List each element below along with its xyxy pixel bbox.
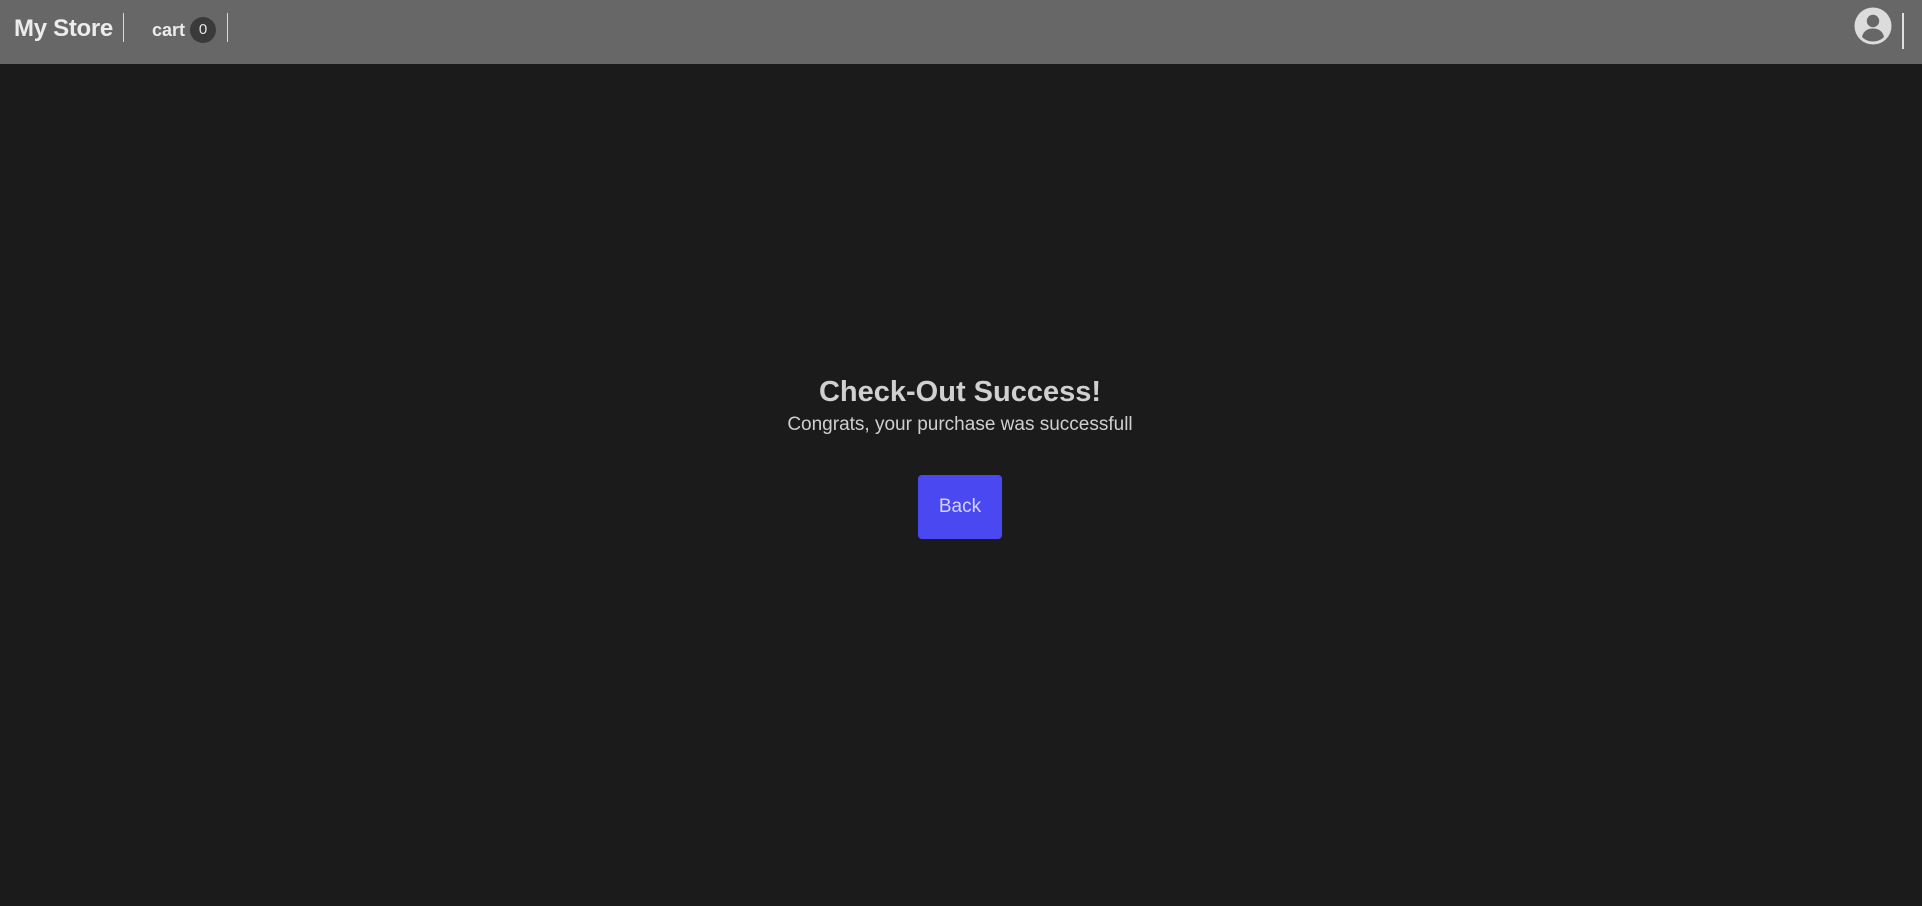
top-navbar: My Store cart 0 [0,0,1922,64]
cart-count-badge: 0 [190,17,217,43]
cart-label: cart [152,19,186,40]
scrollbar-edge [1902,13,1904,49]
account-circle-icon[interactable] [1853,6,1893,46]
page-title: Check-Out Success! [818,376,1102,408]
back-button[interactable]: Back [918,475,1002,539]
store-brand-link[interactable]: My Store [14,15,113,43]
cart-link[interactable]: cart 0 [152,15,217,45]
navbar-divider [123,13,124,42]
navbar-divider [227,13,228,42]
checkout-success-panel: Check-Out Success! Congrats, your purcha… [0,372,1920,539]
success-message: Congrats, your purchase was successfull [787,414,1133,435]
